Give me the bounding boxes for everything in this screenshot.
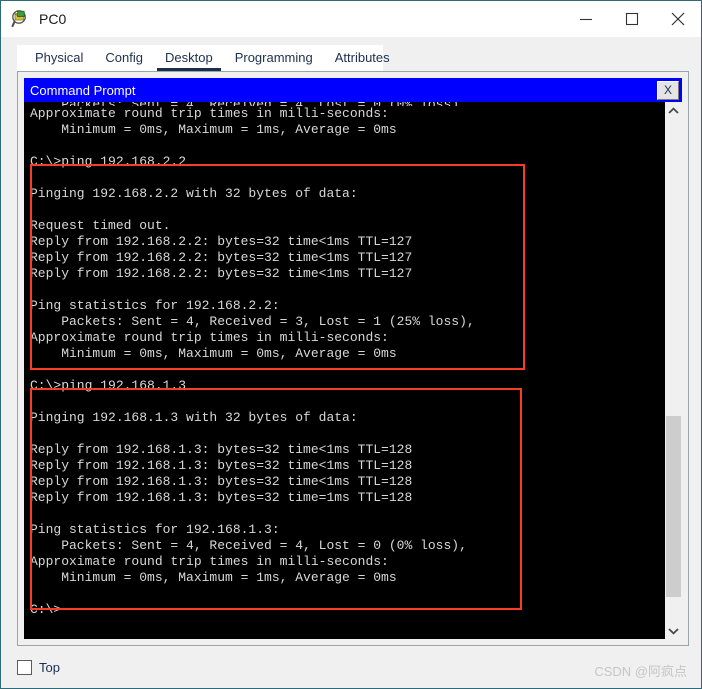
close-button[interactable]: [655, 1, 701, 37]
terminal-lines: Packets: Sent = 4, Received = 4, Lost = …: [24, 102, 664, 618]
terminal-line: Minimum = 0ms, Maximum = 1ms, Average = …: [30, 122, 397, 137]
tab-desktop[interactable]: Desktop: [157, 48, 221, 71]
terminal-line: Reply from 192.168.2.2: bytes=32 time<1m…: [30, 266, 413, 281]
minimize-button[interactable]: [563, 1, 609, 37]
terminal-line: Packets: Sent = 4, Received = 3, Lost = …: [30, 314, 475, 329]
terminal-line: Ping statistics for 192.168.2.2:: [30, 298, 280, 313]
command-prompt-body: Packets: Sent = 4, Received = 4, Lost = …: [24, 102, 682, 639]
terminal-line: Reply from 192.168.1.3: bytes=32 time<1m…: [30, 442, 413, 457]
watermark-text: CSDN @阿疯点: [594, 664, 687, 679]
terminal-output-area[interactable]: Packets: Sent = 4, Received = 4, Lost = …: [24, 102, 664, 639]
terminal-line: Approximate round trip times in milli-se…: [30, 330, 389, 345]
terminal-line: Reply from 192.168.2.2: bytes=32 time<1m…: [30, 234, 413, 249]
maximize-button[interactable]: [609, 1, 655, 37]
terminal-line: Approximate round trip times in milli-se…: [30, 554, 389, 569]
scroll-down-button[interactable]: [665, 622, 682, 639]
terminal-line: C:\>ping 192.168.1.3: [30, 378, 187, 393]
terminal-line: Ping statistics for 192.168.1.3:: [30, 522, 280, 537]
chevron-up-icon: [668, 106, 679, 114]
pc-device-window: PC0 Physical Config Desktop Programming …: [0, 0, 702, 689]
terminal-line: Packets: Sent = 4, Received = 4, Lost = …: [30, 538, 467, 553]
tab-bar: Physical Config Desktop Programming Attr…: [17, 45, 390, 71]
tab-bar-container: Physical Config Desktop Programming Attr…: [1, 37, 701, 71]
bottom-bar: Top CSDN @阿疯点: [1, 646, 701, 688]
tab-physical[interactable]: Physical: [27, 48, 91, 71]
terminal-line: Request timed out.: [30, 218, 171, 233]
terminal-line: C:\>: [30, 602, 62, 617]
top-checkbox-row[interactable]: Top: [17, 659, 60, 675]
window-title: PC0: [39, 11, 67, 27]
scrollbar-track[interactable]: [665, 119, 682, 622]
minimize-icon: [580, 18, 592, 21]
terminal-line: C:\>ping 192.168.2.2: [30, 154, 187, 169]
command-prompt-close-button[interactable]: X: [657, 80, 679, 100]
close-icon: [671, 12, 685, 26]
command-prompt-window: Command Prompt X Packets: Sent = 4, Rece…: [24, 78, 682, 639]
command-prompt-title-bar: Command Prompt X: [24, 78, 682, 102]
scroll-up-button[interactable]: [665, 102, 682, 119]
terminal-line: Reply from 192.168.1.3: bytes=32 time=1m…: [30, 490, 413, 505]
terminal-line: Pinging 192.168.1.3 with 32 bytes of dat…: [30, 410, 358, 425]
terminal-line: Approximate round trip times in milli-se…: [30, 106, 389, 121]
packet-tracer-icon: [11, 9, 31, 29]
terminal-line: Reply from 192.168.2.2: bytes=32 time<1m…: [30, 250, 413, 265]
terminal-line: Pinging 192.168.2.2 with 32 bytes of dat…: [30, 186, 358, 201]
tab-programming[interactable]: Programming: [227, 48, 321, 71]
terminal-line: Reply from 192.168.1.3: bytes=32 time<1m…: [30, 474, 413, 489]
terminal-line: Minimum = 0ms, Maximum = 1ms, Average = …: [30, 570, 397, 585]
top-checkbox-label: Top: [39, 659, 60, 675]
window-title-bar: PC0: [1, 1, 701, 37]
tab-config[interactable]: Config: [97, 48, 151, 71]
tab-attributes[interactable]: Attributes: [327, 48, 398, 71]
terminal-scrollbar[interactable]: [664, 102, 682, 639]
desktop-panel: Command Prompt X Packets: Sent = 4, Rece…: [17, 71, 689, 646]
maximize-icon: [625, 12, 639, 26]
command-prompt-title: Command Prompt: [30, 82, 136, 98]
scrollbar-thumb[interactable]: [666, 415, 681, 597]
chevron-down-icon: [668, 627, 679, 635]
terminal-line: Reply from 192.168.1.3: bytes=32 time<1m…: [30, 458, 413, 473]
top-checkbox[interactable]: [17, 659, 32, 675]
terminal-line: Minimum = 0ms, Maximum = 0ms, Average = …: [30, 346, 397, 361]
